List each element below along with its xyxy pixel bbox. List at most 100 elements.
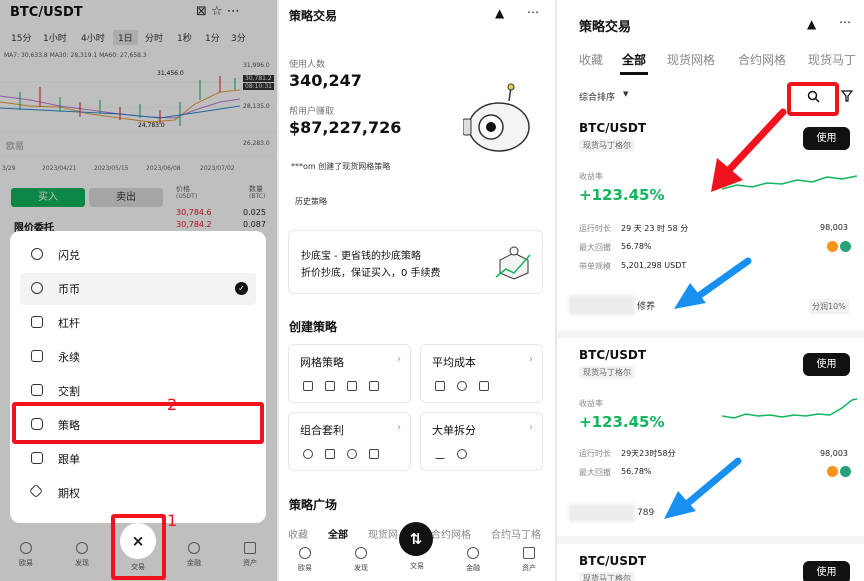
create-strategy-heading: 创建策略 [289, 320, 338, 334]
use-strategy-button[interactable]: 使用 [803, 353, 850, 376]
wallet-icon [244, 542, 256, 554]
copy-trade-icon [31, 452, 43, 464]
strategy-icon [435, 381, 445, 391]
nav-finance[interactable]: 金融 [453, 547, 493, 573]
annotation-number-1: 1 [167, 511, 178, 530]
nav-trade[interactable]: 交易 [397, 561, 437, 571]
menu-item-options[interactable]: 期权 [10, 477, 266, 509]
yield-label: 收益率 [579, 399, 603, 408]
more-icon[interactable]: ⋯ [527, 5, 539, 19]
filter-icon[interactable] [841, 90, 853, 102]
nav-finance[interactable]: 金融 [174, 542, 214, 568]
chevron-right-icon: › [397, 354, 401, 365]
drawdown-label: 最大回撤 [579, 468, 611, 477]
nav-label: 发现 [75, 559, 89, 567]
nav-discover[interactable]: 发现 [62, 542, 102, 568]
tab-spot-grid[interactable]: 现货网格 [667, 51, 715, 68]
tab-all[interactable]: 全部 [622, 51, 646, 68]
yield-sparkline [722, 398, 857, 419]
nav-assets[interactable]: 资产 [509, 547, 549, 573]
delivery-icon [31, 384, 43, 396]
square-tab-favorites[interactable]: 收藏 [288, 526, 308, 541]
sort-dropdown[interactable]: 综合排序 [579, 90, 615, 103]
menu-item-flash-swap[interactable]: 闪兑 [10, 239, 266, 271]
users-value: 340,247 [289, 71, 362, 90]
history-strategies-link[interactable]: 历史策略 [295, 196, 327, 207]
average-cost-card[interactable]: 平均成本 › [420, 344, 543, 403]
strategy-icon [457, 381, 467, 391]
annotation-number-2: 2 [167, 395, 178, 414]
strategy-icon [347, 449, 357, 459]
menu-item-label: 永续 [58, 351, 80, 364]
check-icon: ✓ [235, 282, 248, 295]
page-title: 策略交易 [289, 9, 338, 23]
home-icon [20, 542, 32, 554]
strategy-icon [325, 381, 335, 391]
triangle-icon [435, 449, 445, 459]
volume-label: 带单规模 [579, 262, 611, 271]
grid-strategy-card[interactable]: 网格策略 › [288, 344, 411, 403]
graduation-cap-icon[interactable]: ▲ [807, 17, 816, 31]
strategy-tag: 现货马丁格尔 [579, 139, 635, 152]
tab-contract-grid[interactable]: 合约网格 [738, 51, 786, 68]
yield-value: +123.45% [579, 186, 665, 204]
trade-fab[interactable]: ⇅ [399, 522, 433, 556]
card-title: 网格策略 [300, 356, 344, 369]
coin-icon [31, 282, 43, 294]
strategy-icon [303, 381, 313, 391]
search-icon[interactable] [807, 90, 820, 103]
nav-discover[interactable]: 发现 [341, 547, 381, 573]
runtime-value: 29 天 23 时 58 分 [621, 224, 689, 233]
card-divider [557, 330, 864, 338]
square-tab-spot-grid[interactable]: 现货网 [368, 526, 398, 541]
chevron-right-icon: › [529, 354, 533, 365]
screenshot-root: BTC/USDT ⊠ ☆ ⋯ 15分 1小时 4小时 1日 分时 1秒 1分 3… [0, 0, 864, 581]
use-strategy-button[interactable]: 使用 [803, 127, 850, 150]
chevron-right-icon: › [397, 422, 401, 433]
menu-item-perpetual[interactable]: 永续 [10, 341, 266, 373]
annotation-arrow-blue [674, 257, 752, 309]
promo-banner[interactable]: 抄底宝 - 更省钱的抄底策略 折价抄底，保证买入，0 手续费 [288, 230, 543, 294]
strategy-tag: 现货马丁格尔 [579, 572, 635, 581]
strategy-home-screen: 策略交易 ▲ ⋯ 使用人数 340,247 帮用户赚取 $87,227,726 … [279, 0, 555, 581]
annotation-box-trade [111, 514, 166, 580]
menu-item-copy-trade[interactable]: 跟单 [10, 443, 266, 475]
discover-icon [355, 547, 367, 559]
tab-favorites[interactable]: 收藏 [579, 51, 603, 68]
tab-spot-martingale[interactable]: 现货马丁 [808, 51, 856, 68]
annotation-box-strategy [12, 402, 264, 444]
nav-home[interactable]: 欧易 [285, 547, 325, 573]
finance-icon [188, 542, 200, 554]
card-title: 平均成本 [432, 356, 476, 369]
strategy-tag: 现货马丁格尔 [579, 366, 635, 379]
swap-icon [31, 248, 43, 260]
earned-label: 帮用户赚取 [289, 107, 335, 117]
menu-item-spot[interactable]: 币币 ✓ [20, 273, 256, 305]
combo-arbitrage-card[interactable]: 组合套利 › [288, 412, 411, 471]
leverage-icon [31, 316, 43, 328]
strategy-icon [369, 449, 379, 459]
nav-label: 欧易 [19, 559, 33, 567]
strategy-card[interactable]: BTC/USDT 现货马丁格尔 使用 [557, 548, 864, 581]
more-icon[interactable]: ⋯ [839, 15, 851, 29]
menu-item-margin[interactable]: 杠杆 [10, 307, 266, 339]
active-tab-indicator [620, 72, 648, 75]
nav-label: 资产 [243, 559, 257, 567]
square-tab-contract-martingale[interactable]: 合约马丁格 [491, 526, 541, 541]
menu-item-label: 跟单 [58, 453, 80, 466]
graduation-cap-icon[interactable]: ▲ [495, 6, 504, 20]
cube-illustration [495, 246, 531, 280]
finance-icon [467, 547, 479, 559]
chevron-down-icon: ▼ [623, 90, 629, 98]
large-order-split-card[interactable]: 大单拆分 › [420, 412, 543, 471]
yield-label: 收益率 [579, 172, 603, 181]
runtime-label: 运行时长 [579, 449, 611, 458]
nav-assets[interactable]: 资产 [230, 542, 270, 568]
promo-title: 抄底宝 - 更省钱的抄底策略 [301, 251, 421, 262]
square-tab-contract-grid[interactable]: 合约网格 [431, 526, 471, 541]
nav-label: 欧易 [298, 564, 312, 572]
nav-home[interactable]: 欧易 [6, 542, 46, 568]
use-strategy-button[interactable]: 使用 [803, 561, 850, 581]
square-tab-all[interactable]: 全部 [328, 526, 348, 541]
promo-subtitle: 折价抄底，保证买入，0 手续费 [301, 268, 441, 279]
